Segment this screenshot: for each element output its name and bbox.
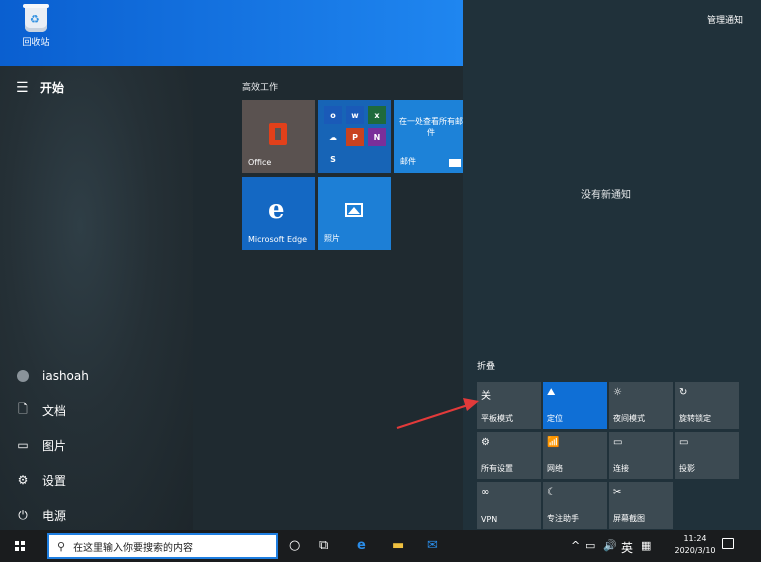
tray-network-icon[interactable]: ▭	[585, 539, 595, 552]
edge-taskbar-icon[interactable]: e	[357, 538, 366, 553]
taskbar: ⚲ 在这里输入你要搜索的内容 ○ ⧉ e ▬ ✉ ^ ▭ 🔊 英 ▦ 11:24…	[0, 530, 761, 562]
taskbar-search-box[interactable]: ⚲ 在这里输入你要搜索的内容	[47, 533, 278, 559]
clock-date: 2020/3/10	[674, 546, 716, 555]
tray-volume-icon[interactable]: 🔊	[603, 539, 617, 552]
notification-center-icon[interactable]	[722, 538, 734, 549]
clock-time: 11:24	[683, 534, 707, 543]
mail-taskbar-icon[interactable]: ✉	[427, 538, 438, 553]
search-icon: ⚲	[57, 539, 66, 553]
tray-chevron-icon[interactable]: ^	[571, 539, 580, 552]
cortana-icon[interactable]: ○	[289, 538, 300, 553]
search-placeholder: 在这里输入你要搜索的内容	[73, 542, 194, 554]
ime-indicator[interactable]: 英	[621, 539, 633, 556]
windows-start-icon[interactable]	[15, 541, 25, 551]
file-explorer-icon[interactable]: ▬	[392, 538, 404, 553]
ime-mode-icon[interactable]: ▦	[641, 539, 651, 552]
annotation-arrow	[396, 398, 479, 429]
task-view-icon[interactable]: ⧉	[319, 538, 328, 553]
taskbar-clock[interactable]: 11:24 2020/3/10	[672, 533, 718, 557]
